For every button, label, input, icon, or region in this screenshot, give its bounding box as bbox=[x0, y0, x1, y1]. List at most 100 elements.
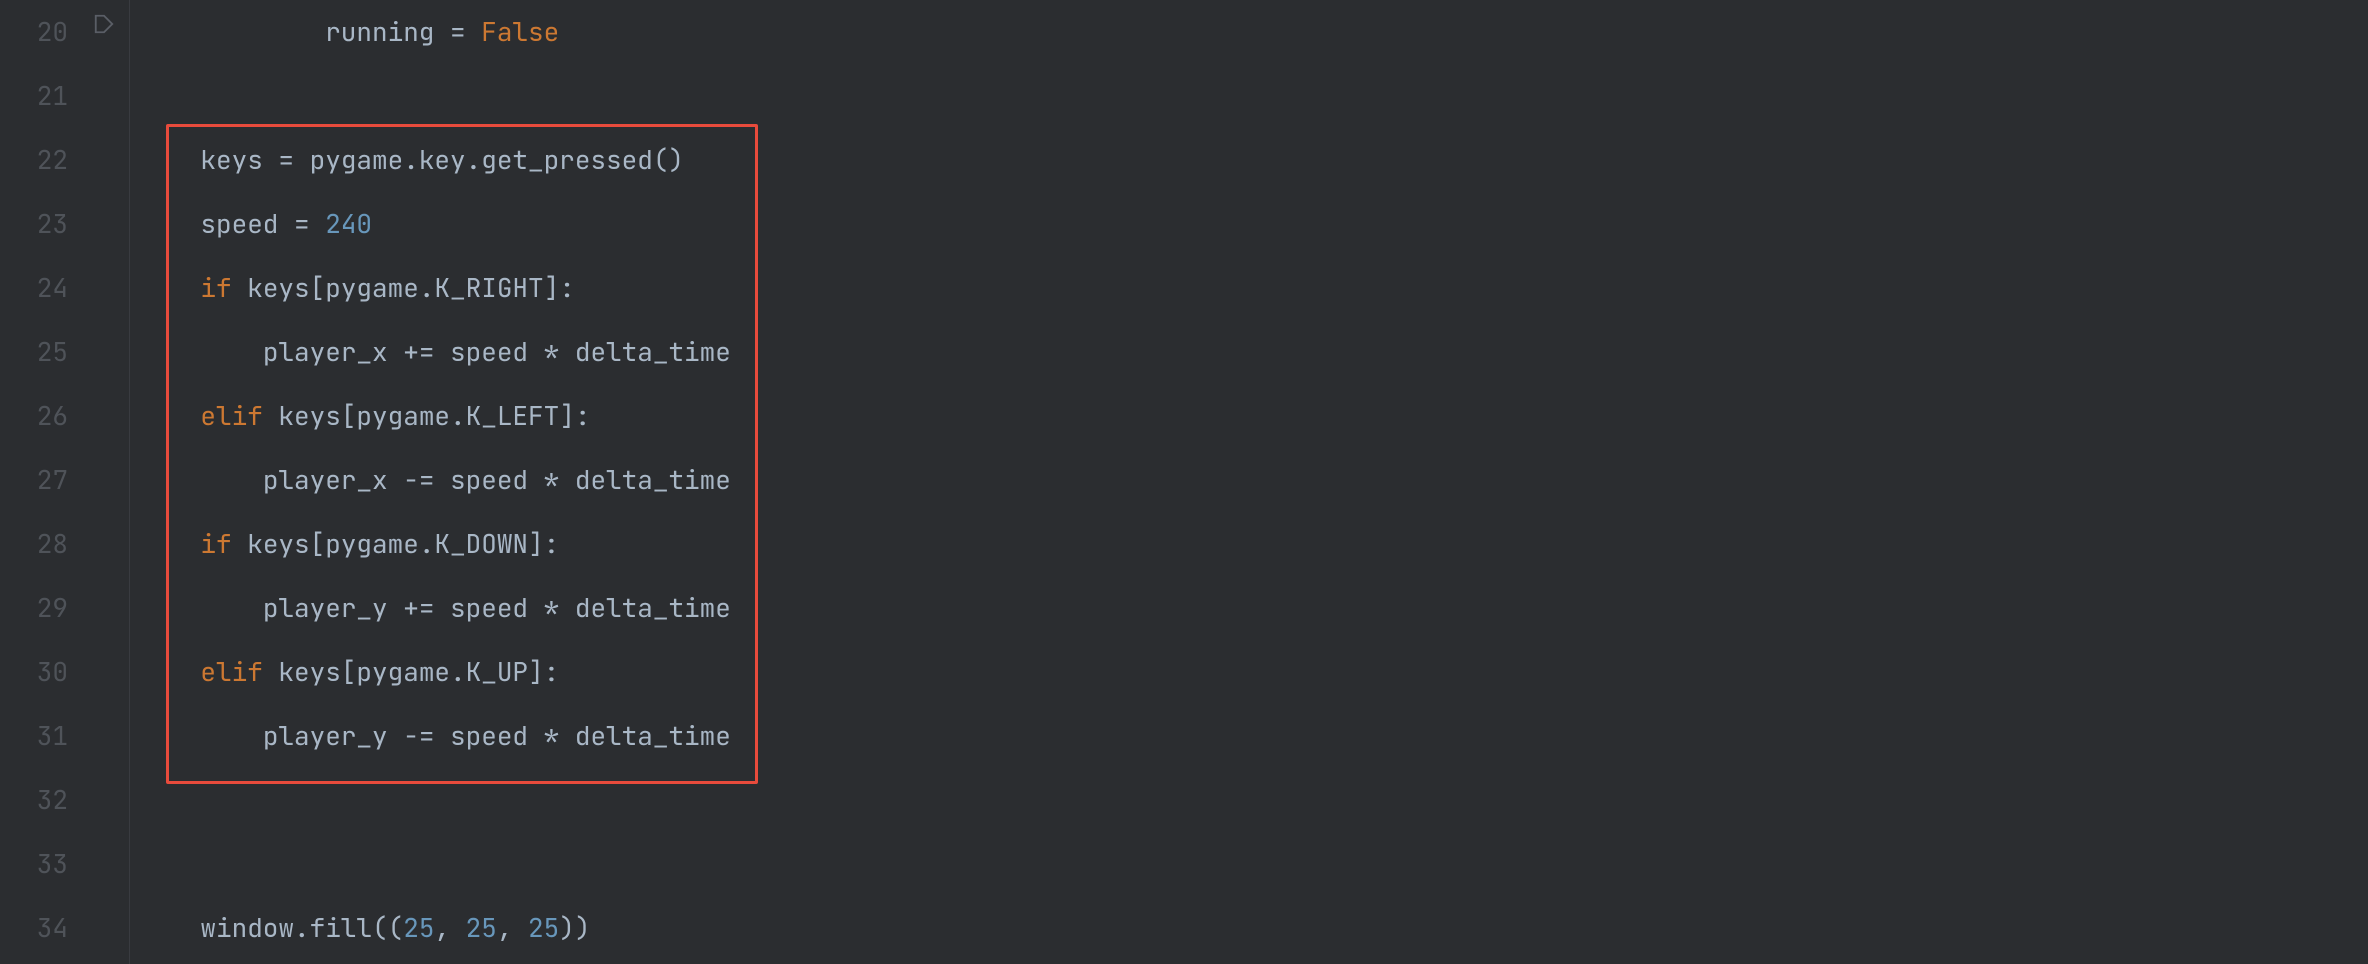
code-token: 240 bbox=[325, 211, 372, 237]
code-token: elif bbox=[200, 403, 278, 429]
code-token: player_x bbox=[263, 339, 403, 365]
code-token: = bbox=[450, 19, 481, 45]
fold-gutter-cell bbox=[86, 0, 129, 64]
code-editor[interactable]: 202122232425262728293031323334 running =… bbox=[0, 0, 2368, 964]
fold-gutter-cell bbox=[86, 320, 129, 384]
code-line[interactable]: if keys[pygame.K_DOWN]: bbox=[138, 512, 2368, 576]
code-token: window.fill(( bbox=[200, 915, 403, 941]
code-token: speed bbox=[450, 723, 544, 749]
indent bbox=[138, 339, 263, 365]
code-token: * bbox=[544, 595, 575, 621]
code-token: 25 bbox=[466, 915, 497, 941]
code-token: speed bbox=[450, 595, 544, 621]
fold-gutter-cell bbox=[86, 576, 129, 640]
line-number[interactable]: 24 bbox=[0, 256, 68, 320]
code-token: , bbox=[497, 915, 528, 941]
code-line[interactable]: player_x -= speed * delta_time bbox=[138, 448, 2368, 512]
code-line[interactable] bbox=[138, 768, 2368, 832]
code-token: * bbox=[544, 339, 575, 365]
code-token: keys[pygame.K_LEFT]: bbox=[278, 403, 590, 429]
code-token: False bbox=[481, 19, 559, 45]
indent bbox=[138, 275, 200, 301]
fold-gutter-cell bbox=[86, 64, 129, 128]
code-token: if bbox=[200, 275, 247, 301]
line-number[interactable]: 26 bbox=[0, 384, 68, 448]
line-number[interactable]: 22 bbox=[0, 128, 68, 192]
code-token: keys[pygame.K_DOWN]: bbox=[247, 531, 559, 557]
code-token: speed bbox=[200, 211, 294, 237]
code-line[interactable]: elif keys[pygame.K_UP]: bbox=[138, 640, 2368, 704]
line-number[interactable]: 21 bbox=[0, 64, 68, 128]
code-token: if bbox=[200, 531, 247, 557]
code-token: speed bbox=[450, 467, 544, 493]
line-number[interactable]: 31 bbox=[0, 704, 68, 768]
code-token: = bbox=[278, 147, 309, 173]
indent bbox=[138, 467, 263, 493]
code-token: player_y bbox=[263, 595, 403, 621]
code-token: running bbox=[325, 19, 450, 45]
line-number[interactable]: 29 bbox=[0, 576, 68, 640]
fold-gutter-cell bbox=[86, 384, 129, 448]
indent bbox=[138, 211, 200, 237]
code-token: pygame.key.get_pressed() bbox=[310, 147, 684, 173]
line-number[interactable]: 34 bbox=[0, 896, 68, 960]
code-token: 25 bbox=[528, 915, 559, 941]
line-number[interactable]: 32 bbox=[0, 768, 68, 832]
fold-gutter-cell bbox=[86, 256, 129, 320]
fold-gutter[interactable] bbox=[86, 0, 130, 964]
line-number[interactable]: 20 bbox=[0, 0, 68, 64]
code-token: delta_time bbox=[575, 467, 731, 493]
indent bbox=[138, 915, 200, 941]
line-number[interactable]: 28 bbox=[0, 512, 68, 576]
code-token: += bbox=[403, 595, 450, 621]
code-token: keys bbox=[200, 147, 278, 173]
code-token: speed bbox=[450, 339, 544, 365]
code-area[interactable]: running = False keys = pygame.key.get_pr… bbox=[130, 0, 2368, 964]
code-token: -= bbox=[403, 723, 450, 749]
code-token: elif bbox=[200, 659, 278, 685]
code-token: * bbox=[544, 723, 575, 749]
code-line[interactable]: player_x += speed * delta_time bbox=[138, 320, 2368, 384]
line-number[interactable]: 33 bbox=[0, 832, 68, 896]
line-number[interactable]: 25 bbox=[0, 320, 68, 384]
code-token: = bbox=[294, 211, 325, 237]
line-number[interactable]: 27 bbox=[0, 448, 68, 512]
fold-gutter-cell bbox=[86, 448, 129, 512]
code-line[interactable]: elif keys[pygame.K_LEFT]: bbox=[138, 384, 2368, 448]
code-token: += bbox=[403, 339, 450, 365]
code-line[interactable]: player_y -= speed * delta_time bbox=[138, 704, 2368, 768]
code-line[interactable]: speed = 240 bbox=[138, 192, 2368, 256]
code-token: keys[pygame.K_RIGHT]: bbox=[247, 275, 575, 301]
code-token: )) bbox=[559, 915, 590, 941]
code-token: delta_time bbox=[575, 339, 731, 365]
code-line[interactable]: player_y += speed * delta_time bbox=[138, 576, 2368, 640]
fold-gutter-cell bbox=[86, 128, 129, 192]
fold-gutter-cell bbox=[86, 192, 129, 256]
code-token: player_y bbox=[263, 723, 403, 749]
indent bbox=[138, 531, 200, 557]
code-line[interactable] bbox=[138, 64, 2368, 128]
code-line[interactable]: window.fill((25, 25, 25)) bbox=[138, 896, 2368, 960]
code-line[interactable]: keys = pygame.key.get_pressed() bbox=[138, 128, 2368, 192]
fold-gutter-cell bbox=[86, 896, 129, 960]
indent bbox=[138, 147, 200, 173]
code-token: keys[pygame.K_UP]: bbox=[278, 659, 559, 685]
line-number[interactable]: 30 bbox=[0, 640, 68, 704]
indent bbox=[138, 403, 200, 429]
line-number-gutter[interactable]: 202122232425262728293031323334 bbox=[0, 0, 86, 964]
code-token: delta_time bbox=[575, 723, 731, 749]
indent bbox=[138, 19, 325, 45]
indent bbox=[138, 595, 263, 621]
code-token: , bbox=[434, 915, 465, 941]
code-token: -= bbox=[403, 467, 450, 493]
code-line[interactable] bbox=[138, 832, 2368, 896]
fold-marker-icon[interactable] bbox=[90, 10, 118, 38]
fold-gutter-cell bbox=[86, 832, 129, 896]
code-line[interactable]: if keys[pygame.K_RIGHT]: bbox=[138, 256, 2368, 320]
code-token: 25 bbox=[403, 915, 434, 941]
line-number[interactable]: 23 bbox=[0, 192, 68, 256]
code-line[interactable]: running = False bbox=[138, 0, 2368, 64]
fold-gutter-cell bbox=[86, 768, 129, 832]
fold-gutter-cell bbox=[86, 704, 129, 768]
code-token: delta_time bbox=[575, 595, 731, 621]
